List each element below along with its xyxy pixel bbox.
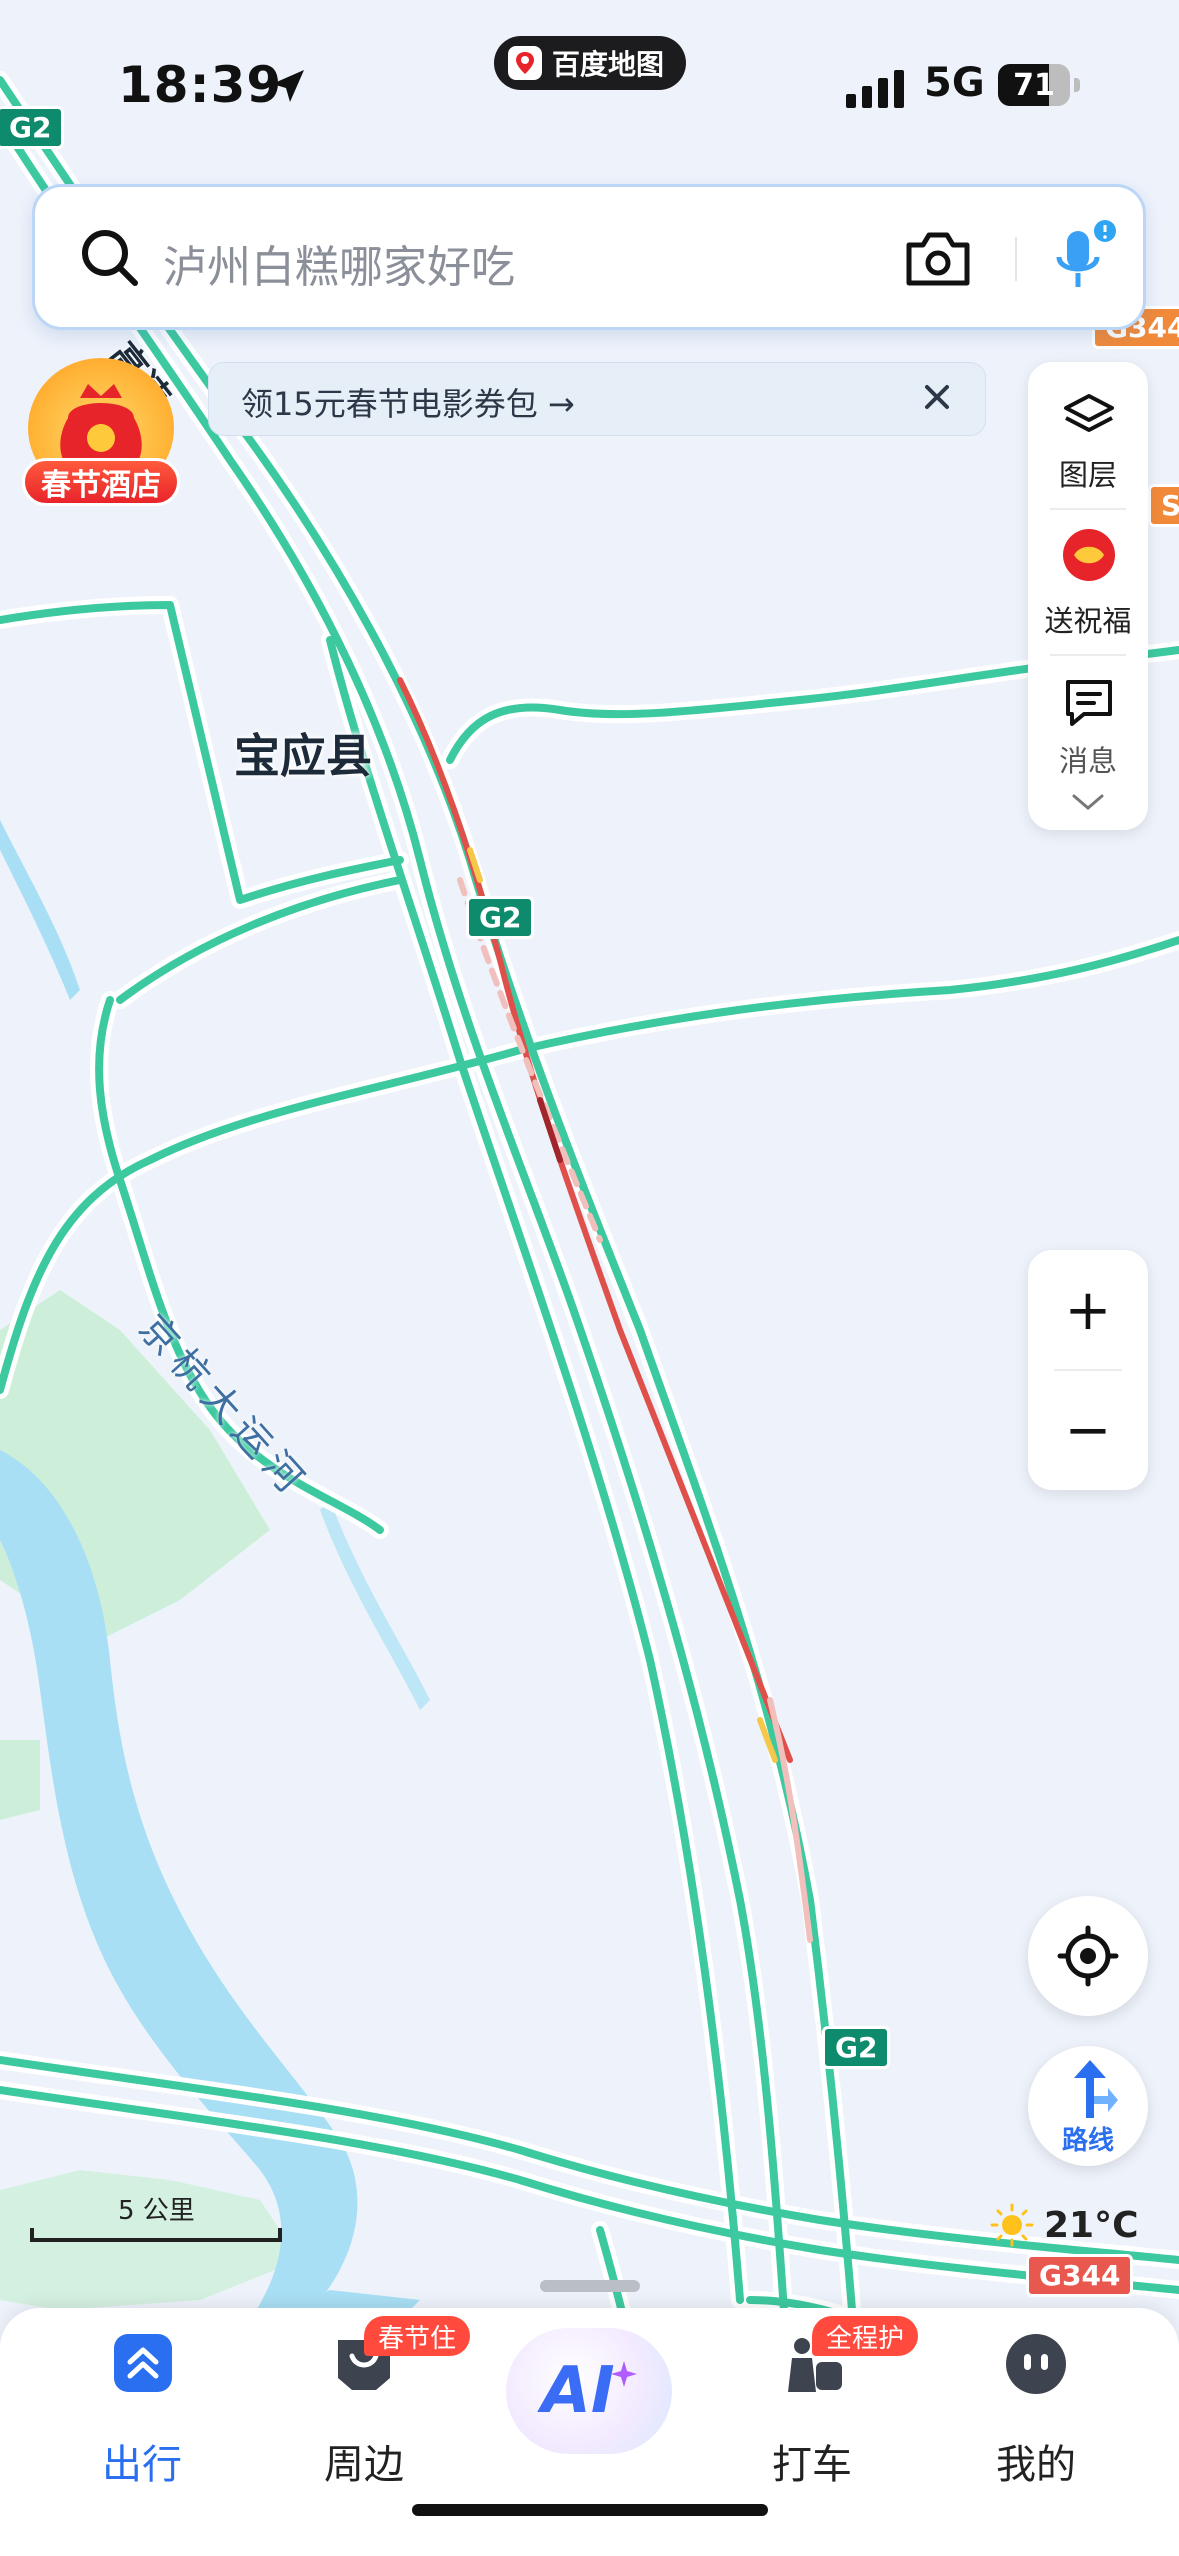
scale-label: 5 公里 xyxy=(118,2196,195,2226)
sparkle-icon xyxy=(610,2361,637,2387)
g2-shield-low: G2 xyxy=(822,2026,891,2069)
s2-shield-edge: S2 xyxy=(1148,484,1179,527)
temperature: 21°C xyxy=(1044,2204,1139,2246)
blessing-icon[interactable] xyxy=(1058,524,1120,586)
chevron-down-icon[interactable] xyxy=(1070,790,1106,814)
nearby-badge: 春节住 xyxy=(364,2316,471,2356)
status-bar: 18:39 百度地图 5G 71 xyxy=(0,0,1179,170)
taxi-badge: 全程护 xyxy=(812,2316,919,2356)
tab-travel[interactable]: 出行 xyxy=(42,2308,242,2528)
search-divider xyxy=(1015,237,1017,281)
battery-icon: 71 xyxy=(998,64,1070,106)
spring-hotel-label[interactable]: 春节酒店 xyxy=(22,458,180,506)
layers-icon[interactable] xyxy=(1062,390,1116,444)
layers-button[interactable]: 图层 xyxy=(1028,452,1148,494)
promo-banner[interactable]: 领15元春节电影券包 → xyxy=(208,362,986,436)
search-input[interactable]: 泸州白糕哪家好吃 xyxy=(163,231,515,295)
weather-widget[interactable]: 21°C xyxy=(990,2200,1170,2250)
tab-travel-label: 出行 xyxy=(102,2442,182,2488)
spring-hotel-promo[interactable]: 春节酒店 xyxy=(22,358,180,508)
g344-shield: G344 xyxy=(1026,2254,1134,2297)
cellular-signal-icon xyxy=(846,66,904,108)
tab-nearby-label: 周边 xyxy=(324,2442,404,2488)
tab-taxi[interactable]: 全程护 打车 xyxy=(712,2308,919,2528)
locate-button[interactable] xyxy=(1028,1896,1148,2016)
ai-assistant-button[interactable]: AI xyxy=(506,2328,672,2454)
search-icon xyxy=(82,230,138,286)
microphone-icon[interactable] xyxy=(1049,217,1119,301)
clock: 18:39 xyxy=(118,56,283,114)
ai-label: AI xyxy=(541,2354,615,2428)
tab-taxi-label: 打车 xyxy=(772,2442,852,2488)
side-divider xyxy=(1050,508,1126,510)
tab-nearby[interactable]: 春节住 周边 xyxy=(264,2308,471,2528)
search-bar[interactable]: 泸州白糕哪家好吃 xyxy=(32,184,1146,330)
travel-icon xyxy=(114,2334,172,2392)
plus-icon: + xyxy=(1064,1277,1112,1343)
home-indicator[interactable] xyxy=(412,2504,768,2516)
app-name: 百度地图 xyxy=(552,48,665,81)
profile-icon xyxy=(1006,2334,1066,2394)
bottom-tab-bar: 出行 春节住 周边 AI 全程护 打车 我的 xyxy=(0,2308,1179,2556)
location-arrow-icon xyxy=(272,70,304,102)
camera-icon[interactable] xyxy=(903,227,973,291)
app-indicator[interactable]: 百度地图 xyxy=(494,36,687,90)
zoom-controls: + − xyxy=(1028,1250,1148,1490)
messages-button[interactable]: 消息 xyxy=(1028,738,1148,780)
locate-crosshair-icon xyxy=(1057,1925,1119,1987)
map-tools-panel: 图层 送祝福 消息 xyxy=(1028,362,1148,830)
tab-mine-label: 我的 xyxy=(996,2442,1076,2488)
message-icon[interactable] xyxy=(1062,676,1116,730)
route-label: 路线 xyxy=(1061,2126,1114,2156)
battery-percent: 71 xyxy=(1013,67,1055,103)
g2-shield-mid: G2 xyxy=(466,896,535,939)
network-type: 5G xyxy=(924,60,985,106)
route-arrow-icon xyxy=(1074,2060,1118,2118)
zoom-out-button[interactable]: − xyxy=(1028,1370,1148,1490)
tab-mine[interactable]: 我的 xyxy=(936,2308,1136,2528)
side-divider xyxy=(1050,654,1126,656)
town-label[interactable]: 宝应县 xyxy=(234,720,372,786)
battery-cap xyxy=(1074,78,1080,92)
zoom-in-button[interactable]: + xyxy=(1028,1250,1148,1370)
baidu-map-logo-icon xyxy=(508,46,542,80)
send-blessing-button[interactable]: 送祝福 xyxy=(1028,598,1148,640)
route-button[interactable]: 路线 xyxy=(1028,2046,1148,2166)
drawer-handle[interactable] xyxy=(540,2280,640,2292)
close-icon[interactable] xyxy=(917,377,957,417)
scale-bar xyxy=(30,2228,282,2242)
sun-icon xyxy=(990,2203,1034,2247)
minus-icon: − xyxy=(1064,1397,1112,1463)
promo-banner-text[interactable]: 领15元春节电影券包 → xyxy=(241,379,575,425)
